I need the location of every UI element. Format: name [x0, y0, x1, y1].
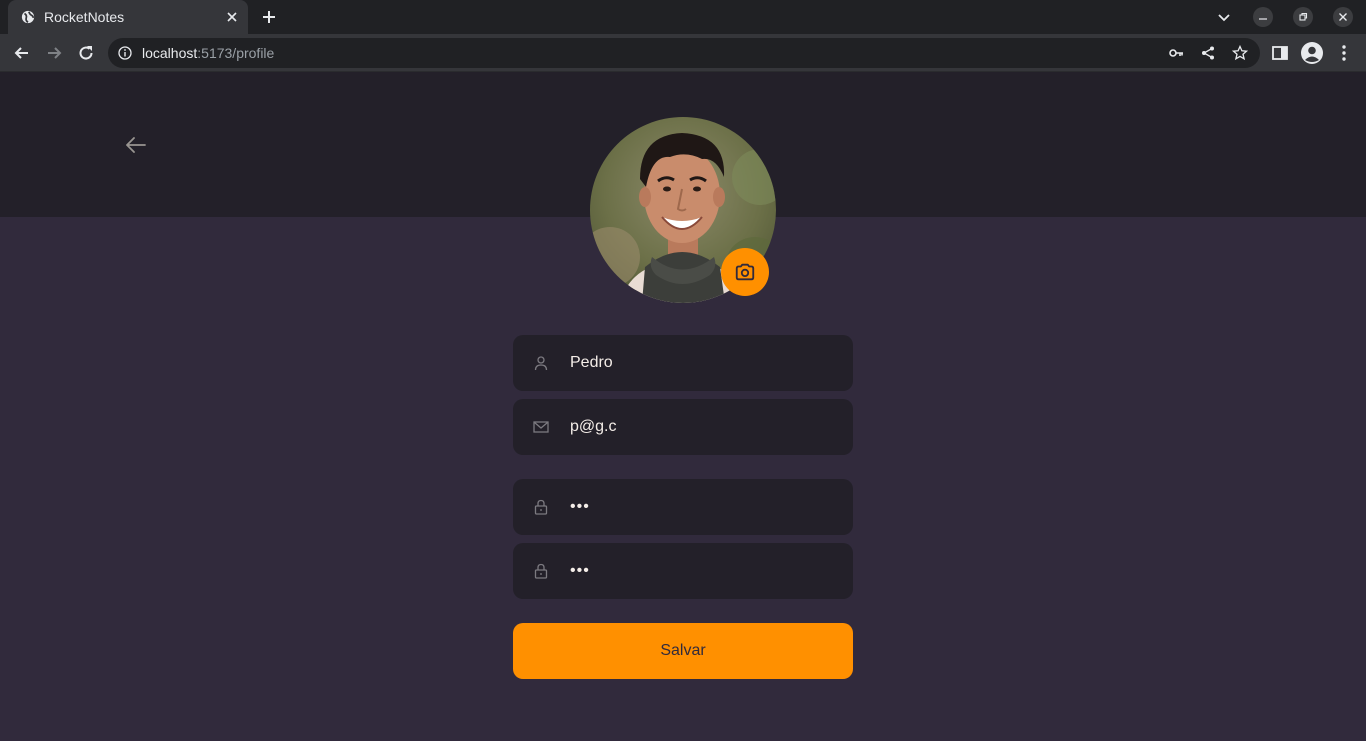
profile-avatar-icon[interactable]	[1300, 41, 1324, 65]
key-icon[interactable]	[1168, 45, 1184, 61]
url-path: :5173/profile	[197, 45, 275, 61]
url-text[interactable]: localhost:5173/profile	[142, 45, 274, 61]
email-input[interactable]	[570, 399, 840, 455]
info-icon[interactable]	[118, 46, 132, 60]
minimize-button[interactable]	[1253, 7, 1273, 27]
new-password-input[interactable]	[570, 543, 840, 599]
side-panel-icon[interactable]	[1270, 43, 1290, 63]
restore-button[interactable]	[1293, 7, 1313, 27]
chevron-down-icon	[1218, 14, 1230, 22]
lock-icon	[534, 563, 548, 579]
new-password-field	[513, 543, 853, 599]
close-icon	[1339, 13, 1347, 21]
user-icon	[534, 356, 548, 371]
browser-toolbar: localhost:5173/profile	[0, 34, 1366, 72]
name-input[interactable]	[570, 335, 840, 391]
url-host: localhost	[142, 45, 198, 61]
share-icon[interactable]	[1200, 45, 1216, 61]
lock-icon	[534, 499, 548, 515]
browser-tabstrip: RocketNotes	[0, 0, 1366, 34]
name-field	[513, 335, 853, 391]
change-avatar-button[interactable]	[721, 248, 769, 296]
reload-icon[interactable]	[76, 43, 96, 63]
globe-icon	[21, 10, 35, 24]
old-password-input[interactable]	[570, 479, 840, 535]
forward-arrow-icon[interactable]	[44, 43, 64, 63]
back-arrow-icon[interactable]	[124, 133, 148, 157]
close-window-button[interactable]	[1333, 7, 1353, 27]
new-tab-icon[interactable]	[260, 8, 278, 26]
email-field	[513, 399, 853, 455]
bookmark-star-icon[interactable]	[1232, 45, 1248, 61]
old-password-field	[513, 479, 853, 535]
mail-icon	[533, 421, 549, 433]
close-tab-icon[interactable]	[224, 9, 240, 25]
avatar-container	[590, 117, 776, 303]
tab-title: RocketNotes	[44, 9, 125, 25]
save-button[interactable]: Salvar	[513, 623, 853, 679]
restore-icon	[1299, 12, 1308, 21]
tab-search-button[interactable]	[1214, 7, 1234, 27]
back-arrow-icon[interactable]	[12, 43, 32, 63]
minimize-icon	[1259, 18, 1267, 20]
browser-tab[interactable]: RocketNotes	[8, 0, 248, 34]
address-bar[interactable]: localhost:5173/profile	[108, 38, 1260, 68]
camera-icon	[735, 263, 755, 281]
menu-kebab-icon[interactable]	[1334, 43, 1354, 63]
